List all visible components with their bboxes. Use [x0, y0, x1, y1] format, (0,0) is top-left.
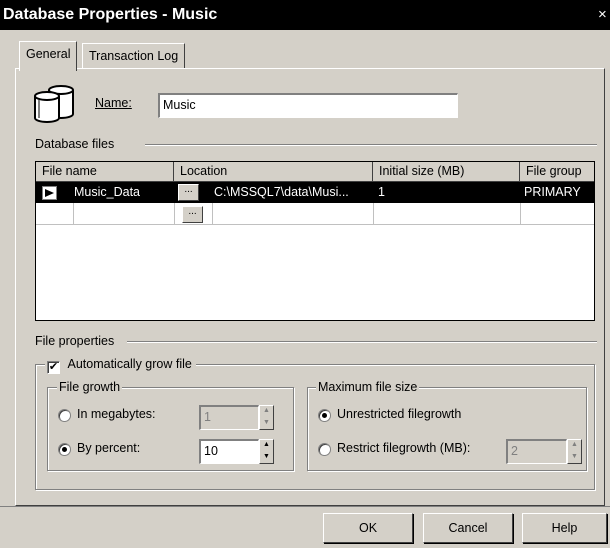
spin-up-icon[interactable]: ▲: [260, 406, 273, 418]
tab-transaction-log[interactable]: Transaction Log: [82, 43, 186, 69]
auto-grow-checkbox[interactable]: ✔: [47, 361, 60, 374]
cancel-button-label: Cancel: [448, 521, 488, 535]
ellipsis-icon: ...: [184, 184, 193, 195]
column-header-file-group[interactable]: File group: [520, 162, 594, 182]
restrict-radio[interactable]: [318, 443, 331, 456]
auto-grow-label: Automatically grow file: [67, 357, 192, 371]
megabytes-spinner[interactable]: ▲ ▼: [259, 405, 274, 430]
column-header-label: Initial size (MB): [379, 164, 465, 178]
name-label-text: Name:: [95, 96, 132, 110]
current-row-icon: [42, 186, 57, 200]
column-header-location[interactable]: Location: [174, 162, 373, 182]
in-megabytes-label[interactable]: In megabytes:: [77, 407, 156, 421]
restrict-size-value: 2: [511, 444, 518, 458]
megabytes-value: 1: [204, 410, 211, 424]
restrict-size-spinner[interactable]: ▲ ▼: [567, 439, 582, 464]
in-megabytes-radio[interactable]: [58, 409, 71, 422]
spin-down-icon[interactable]: ▼: [260, 452, 273, 464]
restrict-label[interactable]: Restrict filegrowth (MB):: [337, 441, 470, 455]
spin-up-icon[interactable]: ▲: [568, 440, 581, 452]
divider: [127, 341, 597, 343]
name-field[interactable]: Music: [158, 93, 458, 118]
divider: [145, 144, 597, 146]
auto-grow-option[interactable]: ✔ Automatically grow file: [45, 355, 196, 374]
megabytes-input[interactable]: 1: [199, 405, 259, 430]
tab-general-label: General: [26, 47, 71, 61]
unrestricted-radio[interactable]: [318, 409, 331, 422]
ellipsis-icon: ...: [188, 206, 197, 217]
column-header-label: Location: [180, 164, 228, 178]
file-group-cell[interactable]: PRIMARY: [524, 182, 592, 203]
button-bar-divider: [0, 506, 610, 507]
initial-size-cell[interactable]: 1: [378, 182, 518, 203]
column-header-initial-size[interactable]: Initial size (MB): [373, 162, 520, 182]
tab-transaction-log-label: Transaction Log: [89, 49, 179, 63]
browse-location-button[interactable]: ...: [178, 184, 199, 201]
help-button[interactable]: Help: [522, 513, 607, 543]
name-label: Name:: [95, 96, 132, 110]
radio-selected-dot: [322, 413, 327, 418]
spin-up-icon[interactable]: ▲: [260, 440, 273, 452]
radio-selected-dot: [62, 447, 67, 452]
close-window-button[interactable]: ×: [598, 0, 610, 30]
database-files-grid[interactable]: File name Location Initial size (MB) Fil…: [35, 161, 595, 321]
percent-value: 10: [204, 444, 218, 458]
database-files-label: Database files: [35, 137, 114, 151]
file-properties-label-text: File properties: [35, 334, 115, 348]
close-icon: ×: [598, 6, 607, 23]
grid-line: [212, 203, 213, 224]
grid-line: [520, 203, 521, 224]
title-bar: Database Properties - Music: [0, 0, 610, 30]
by-percent-label[interactable]: By percent:: [77, 441, 140, 455]
file-properties-label: File properties: [35, 334, 114, 348]
restrict-size-input[interactable]: 2: [506, 439, 567, 464]
name-field-value: Music: [163, 98, 196, 112]
browse-location-button[interactable]: ...: [182, 206, 203, 223]
cancel-button[interactable]: Cancel: [423, 513, 513, 543]
database-icon: [34, 85, 74, 123]
percent-spinner[interactable]: ▲ ▼: [259, 439, 274, 464]
spin-down-icon[interactable]: ▼: [260, 418, 273, 430]
row-divider: [36, 224, 594, 225]
max-file-size-label: Maximum file size: [316, 380, 420, 394]
unrestricted-label-text: Unrestricted filegrowth: [337, 407, 462, 421]
file-name-cell[interactable]: Music_Data: [74, 182, 174, 203]
file-growth-label: File growth: [57, 380, 123, 394]
window-title: Database Properties - Music: [3, 6, 218, 23]
in-megabytes-label-text: In megabytes:: [77, 407, 156, 421]
spin-down-icon[interactable]: ▼: [568, 452, 581, 464]
ok-button[interactable]: OK: [323, 513, 413, 543]
restrict-label-text: Restrict filegrowth (MB):: [337, 441, 471, 455]
grid-line: [373, 203, 374, 224]
by-percent-radio[interactable]: [58, 443, 71, 456]
unrestricted-label[interactable]: Unrestricted filegrowth: [337, 407, 461, 421]
grid-line: [174, 203, 175, 224]
help-button-label: Help: [551, 521, 578, 535]
column-header-file-name[interactable]: File name: [36, 162, 174, 182]
database-files-label-text: Database files: [35, 137, 115, 151]
location-cell[interactable]: C:\MSSQL7\data\Musi...: [214, 182, 372, 203]
grid-line: [73, 203, 74, 224]
tab-general[interactable]: General: [19, 41, 78, 71]
ok-button-label: OK: [358, 521, 378, 535]
column-header-label: File name: [42, 164, 97, 178]
column-header-label: File group: [526, 164, 582, 178]
by-percent-label-text: By percent:: [77, 441, 141, 455]
percent-input[interactable]: 10: [199, 439, 259, 464]
